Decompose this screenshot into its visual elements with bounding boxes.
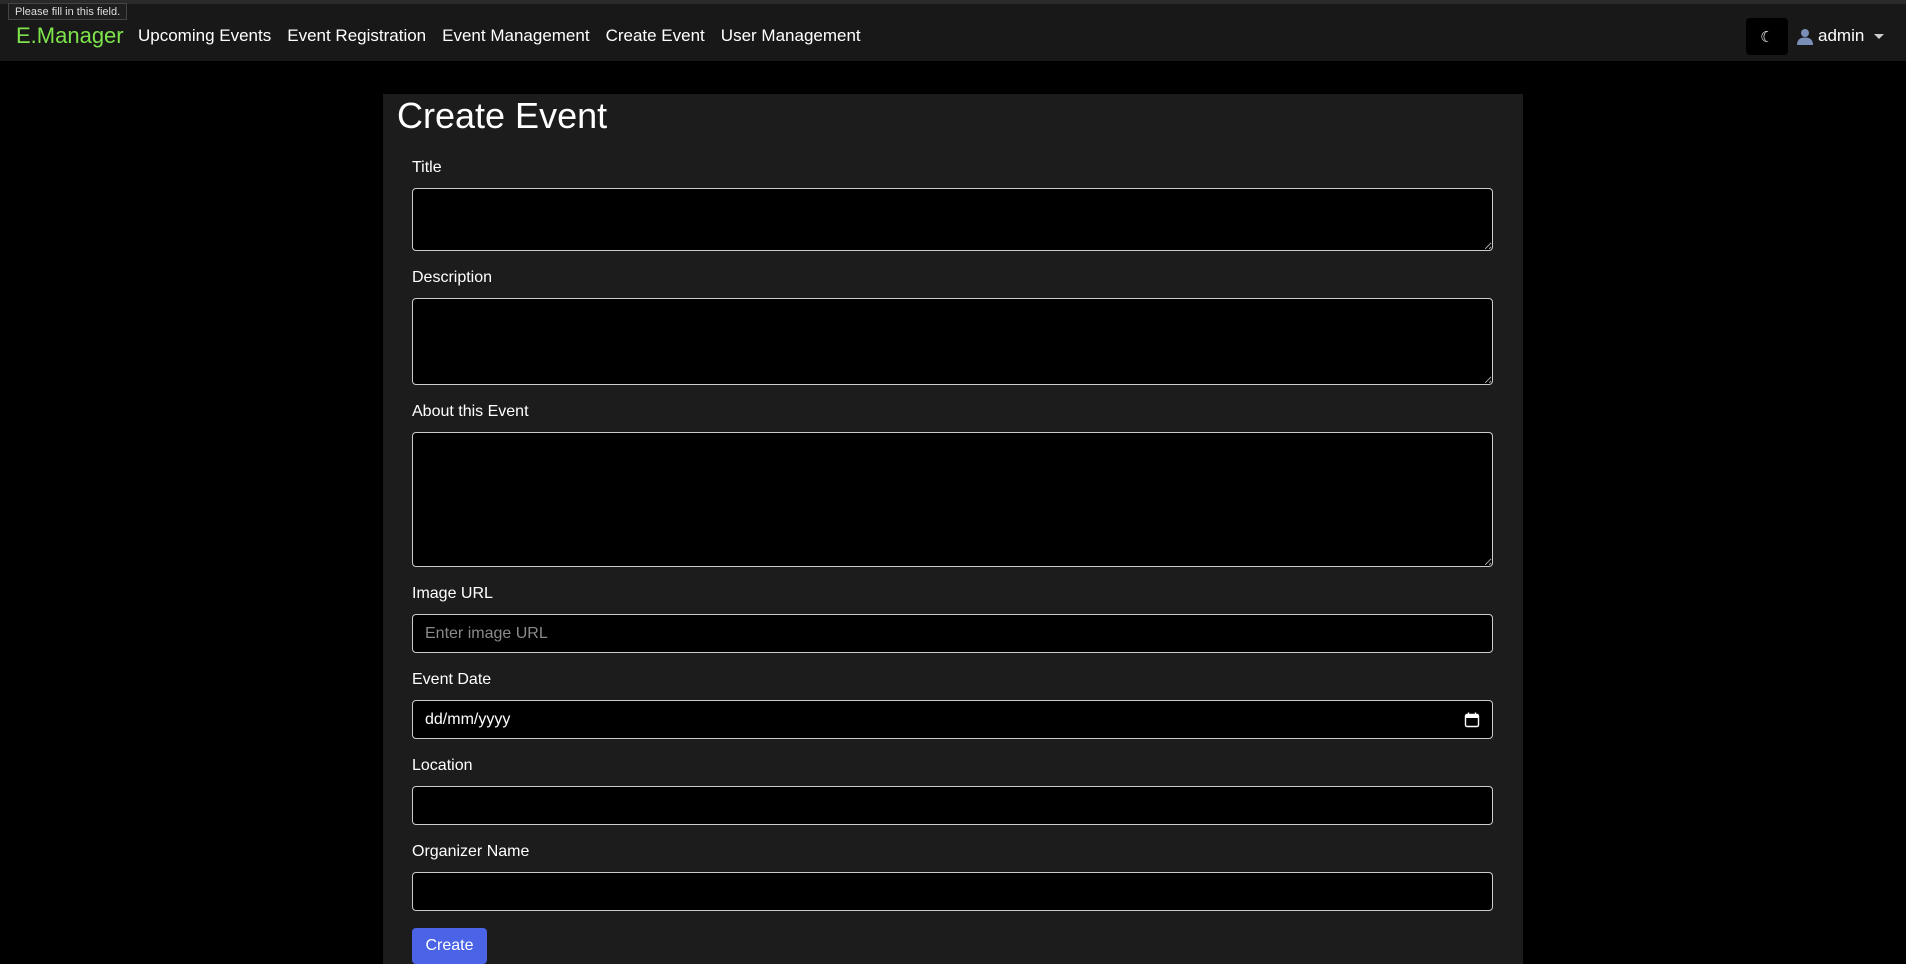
event-date-value: dd/mm/yyyy: [425, 710, 511, 728]
create-event-card: Create Event Title Description About thi…: [383, 94, 1523, 964]
theme-toggle-button[interactable]: ☾: [1746, 18, 1788, 55]
location-label: Location: [412, 757, 473, 774]
nav-link-upcoming-events[interactable]: Upcoming Events: [138, 25, 271, 47]
moon-icon: ☾: [1760, 28, 1774, 46]
navbar: E.Manager Upcoming Events Event Registra…: [0, 0, 1906, 61]
organizer-label: Organizer Name: [412, 843, 530, 860]
calendar-icon[interactable]: [1464, 712, 1480, 728]
user-name: admin: [1818, 26, 1865, 45]
title-field[interactable]: [412, 188, 1493, 251]
nav-links: Upcoming Events Event Registration Event…: [138, 25, 877, 47]
chevron-down-icon: [1874, 33, 1885, 39]
nav-link-user-management[interactable]: User Management: [721, 25, 861, 47]
nav-link-event-registration[interactable]: Event Registration: [287, 25, 426, 47]
about-field[interactable]: [412, 432, 1493, 567]
image-url-label: Image URL: [412, 585, 493, 602]
user-icon: [1797, 29, 1813, 45]
create-button[interactable]: Create: [412, 928, 487, 964]
organizer-field[interactable]: [412, 872, 1493, 911]
description-field[interactable]: [412, 298, 1493, 385]
about-label: About this Event: [412, 403, 529, 420]
nav-link-create-event[interactable]: Create Event: [606, 25, 705, 47]
validation-tooltip: Please fill in this field.: [8, 3, 128, 20]
description-label: Description: [412, 269, 493, 286]
event-date-field[interactable]: dd/mm/yyyy: [412, 700, 1493, 739]
image-url-field[interactable]: [412, 614, 1493, 653]
location-field[interactable]: [412, 786, 1493, 825]
user-menu[interactable]: admin: [1796, 24, 1885, 48]
nav-link-event-management[interactable]: Event Management: [442, 25, 589, 47]
event-date-label: Event Date: [412, 671, 492, 688]
title-label: Title: [412, 159, 442, 176]
brand-logo[interactable]: E.Manager: [16, 23, 124, 49]
page-title: Create Event: [397, 95, 608, 136]
